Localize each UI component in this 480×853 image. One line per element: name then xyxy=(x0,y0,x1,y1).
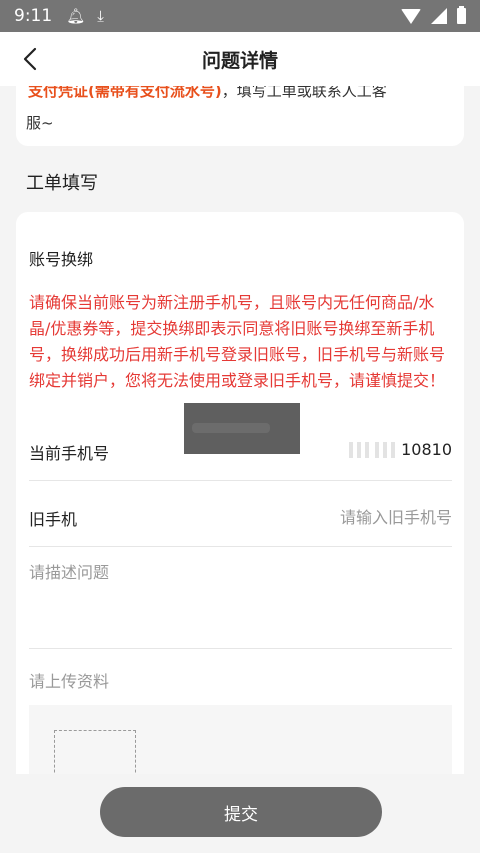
page-title: 问题详情 xyxy=(201,49,278,72)
divider xyxy=(29,546,452,547)
notice-rest: ，填写工单或联系人工客 xyxy=(221,86,387,100)
notice-line-1: 支付凭证(需带有支付流水号)，填写工单或联系人工客 xyxy=(28,86,387,101)
back-button[interactable] xyxy=(20,46,44,72)
notice-line-2: 服~ xyxy=(26,114,54,132)
section-title: 工单填写 xyxy=(26,173,98,194)
submit-button[interactable]: 提交 xyxy=(100,787,382,837)
notice-highlight: 支付凭证(需带有支付流水号) xyxy=(28,86,222,100)
signal-icon xyxy=(431,8,447,24)
status-time: 9:11 xyxy=(14,6,53,26)
warning-text: 请确保当前账号为新注册手机号，且账号内无任何商品/水晶/优惠券等，提交换绑即表示… xyxy=(29,293,446,390)
ticket-type-label: 账号换绑 xyxy=(29,250,94,269)
divider xyxy=(29,480,452,481)
battery-icon xyxy=(457,6,466,24)
old-phone-input[interactable] xyxy=(252,502,452,532)
upload-button[interactable]: + xyxy=(54,730,136,774)
status-bar: 9:11 🔔︎ ⤓ xyxy=(0,0,480,32)
wifi-icon xyxy=(401,8,421,24)
old-phone-label: 旧手机 xyxy=(29,510,78,529)
description-textarea[interactable] xyxy=(29,559,452,639)
scroll-content[interactable]: 支付凭证(需带有支付流水号)，填写工单或联系人工客 服~ 工单填写 账号换绑 请… xyxy=(0,86,480,774)
redaction-block xyxy=(184,403,300,454)
divider xyxy=(29,648,452,649)
upload-label: 请上传资料 xyxy=(29,672,110,691)
current-phone-label: 当前手机号 xyxy=(29,444,110,463)
download-icon: ⤓ xyxy=(97,7,104,25)
current-phone-digits: 10810 xyxy=(401,440,452,459)
status-right-icons xyxy=(401,6,466,24)
redacted-digits xyxy=(349,441,372,458)
upload-area: + xyxy=(29,705,452,774)
notice-card: 支付凭证(需带有支付流水号)，填写工单或联系人工客 服~ xyxy=(16,86,464,146)
bottom-bar: 提交 xyxy=(0,774,480,853)
current-phone-value: 10810 xyxy=(349,440,452,459)
nav-bar: 问题详情 xyxy=(0,32,480,86)
redacted-digits xyxy=(375,441,398,458)
chevron-left-icon xyxy=(23,47,37,71)
notification-bell-icon: 🔔︎ xyxy=(66,7,86,25)
form-card: 账号换绑 请确保当前账号为新注册手机号，且账号内无任何商品/水晶/优惠券等，提交… xyxy=(16,212,464,774)
